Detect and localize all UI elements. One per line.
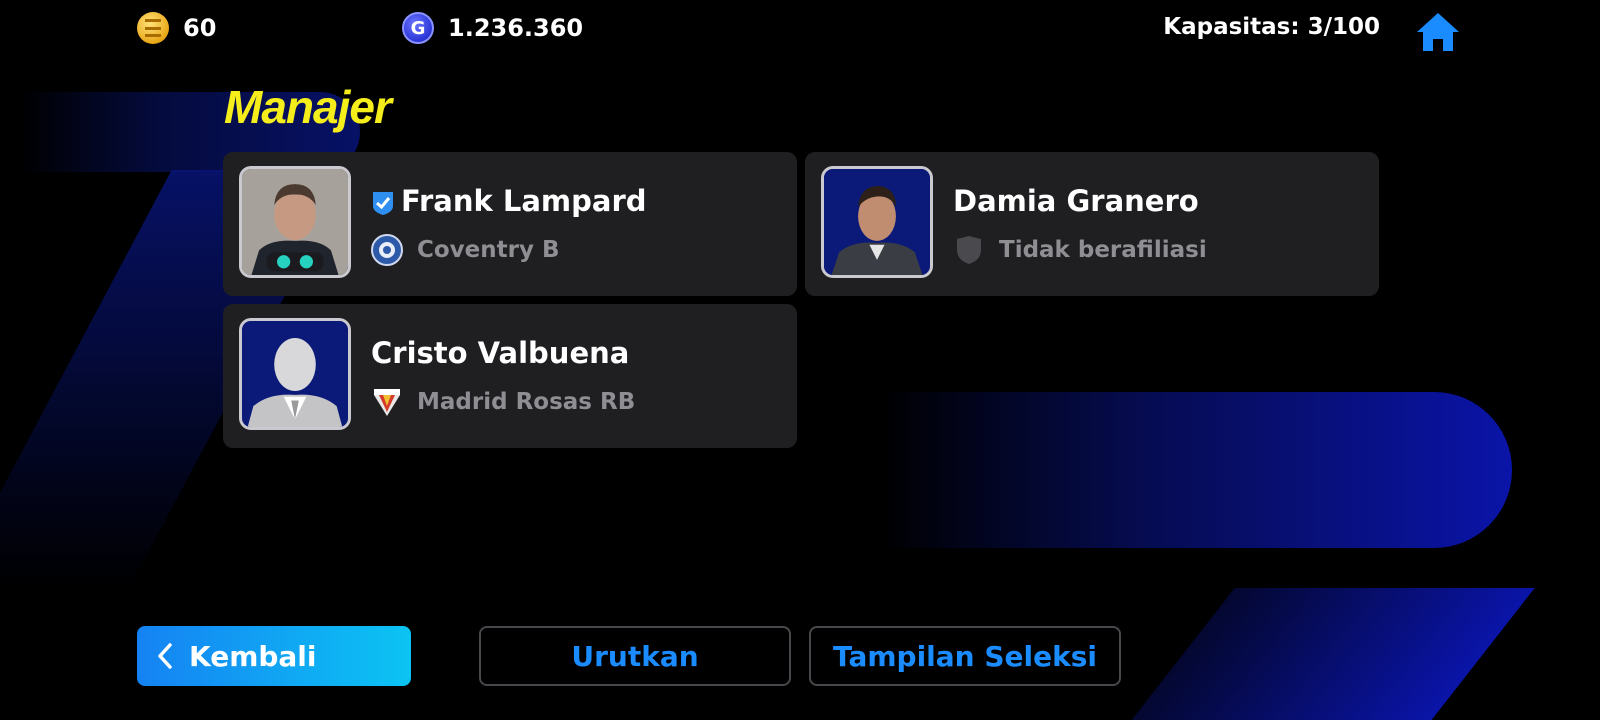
selection-view-button-label: Tampilan Seleksi — [832, 639, 1097, 673]
selection-view-button[interactable]: Tampilan Seleksi — [809, 626, 1121, 686]
home-icon — [1417, 13, 1459, 51]
background-diagonal-right — [1125, 588, 1535, 720]
club-name: Madrid Rosas RB — [417, 389, 636, 415]
home-button[interactable] — [1414, 10, 1462, 54]
coin-amount: 60 — [183, 14, 217, 42]
screen: 60 G 1.236.360 Kapasitas: 3/100 Manajer — [0, 0, 1600, 720]
club-badge-icon — [371, 234, 403, 266]
club-name: Coventry B — [417, 237, 560, 263]
background-pill — [880, 392, 1512, 548]
gp-amount: 1.236.360 — [448, 14, 584, 42]
sort-button-label: Urutkan — [571, 639, 699, 673]
top-bar: 60 G 1.236.360 Kapasitas: 3/100 — [0, 0, 1600, 60]
manager-photo-icon — [824, 169, 930, 275]
club-badge-icon — [374, 389, 400, 416]
club-row: Madrid Rosas RB — [371, 386, 635, 418]
club-row: Tidak berafiliasi — [953, 234, 1207, 266]
silhouette-avatar-icon — [242, 321, 348, 427]
gp-balance: G 1.236.360 — [402, 12, 583, 44]
back-button-label: Kembali — [189, 639, 317, 673]
verified-check-icon — [373, 192, 393, 215]
manager-card-lampard[interactable]: Frank Lampard Coventry B — [223, 152, 797, 296]
manager-portrait — [821, 166, 933, 278]
shield-icon — [957, 236, 981, 264]
manager-name: Frank Lampard — [401, 184, 647, 218]
manager-name: Cristo Valbuena — [371, 336, 630, 370]
coin-balance: 60 — [137, 12, 216, 44]
efootball-coin-icon — [137, 12, 169, 44]
manager-card-valbuena[interactable]: Cristo Valbuena Madrid Rosas RB — [223, 304, 797, 448]
club-name: Tidak berafiliasi — [999, 237, 1207, 263]
chevron-left-icon — [158, 643, 172, 669]
manager-photo-icon — [242, 169, 348, 275]
manager-portrait — [239, 318, 351, 430]
capacity-label: Kapasitas: 3/100 — [1163, 14, 1380, 40]
club-row: Coventry B — [371, 234, 560, 266]
gp-icon: G — [402, 12, 434, 44]
page-title: Manajer — [224, 81, 392, 133]
manager-card-granero[interactable]: Damia Granero Tidak berafiliasi — [805, 152, 1379, 296]
manager-name: Damia Granero — [953, 184, 1199, 218]
back-button[interactable]: Kembali — [137, 626, 411, 686]
sort-button[interactable]: Urutkan — [479, 626, 791, 686]
manager-portrait — [239, 166, 351, 278]
